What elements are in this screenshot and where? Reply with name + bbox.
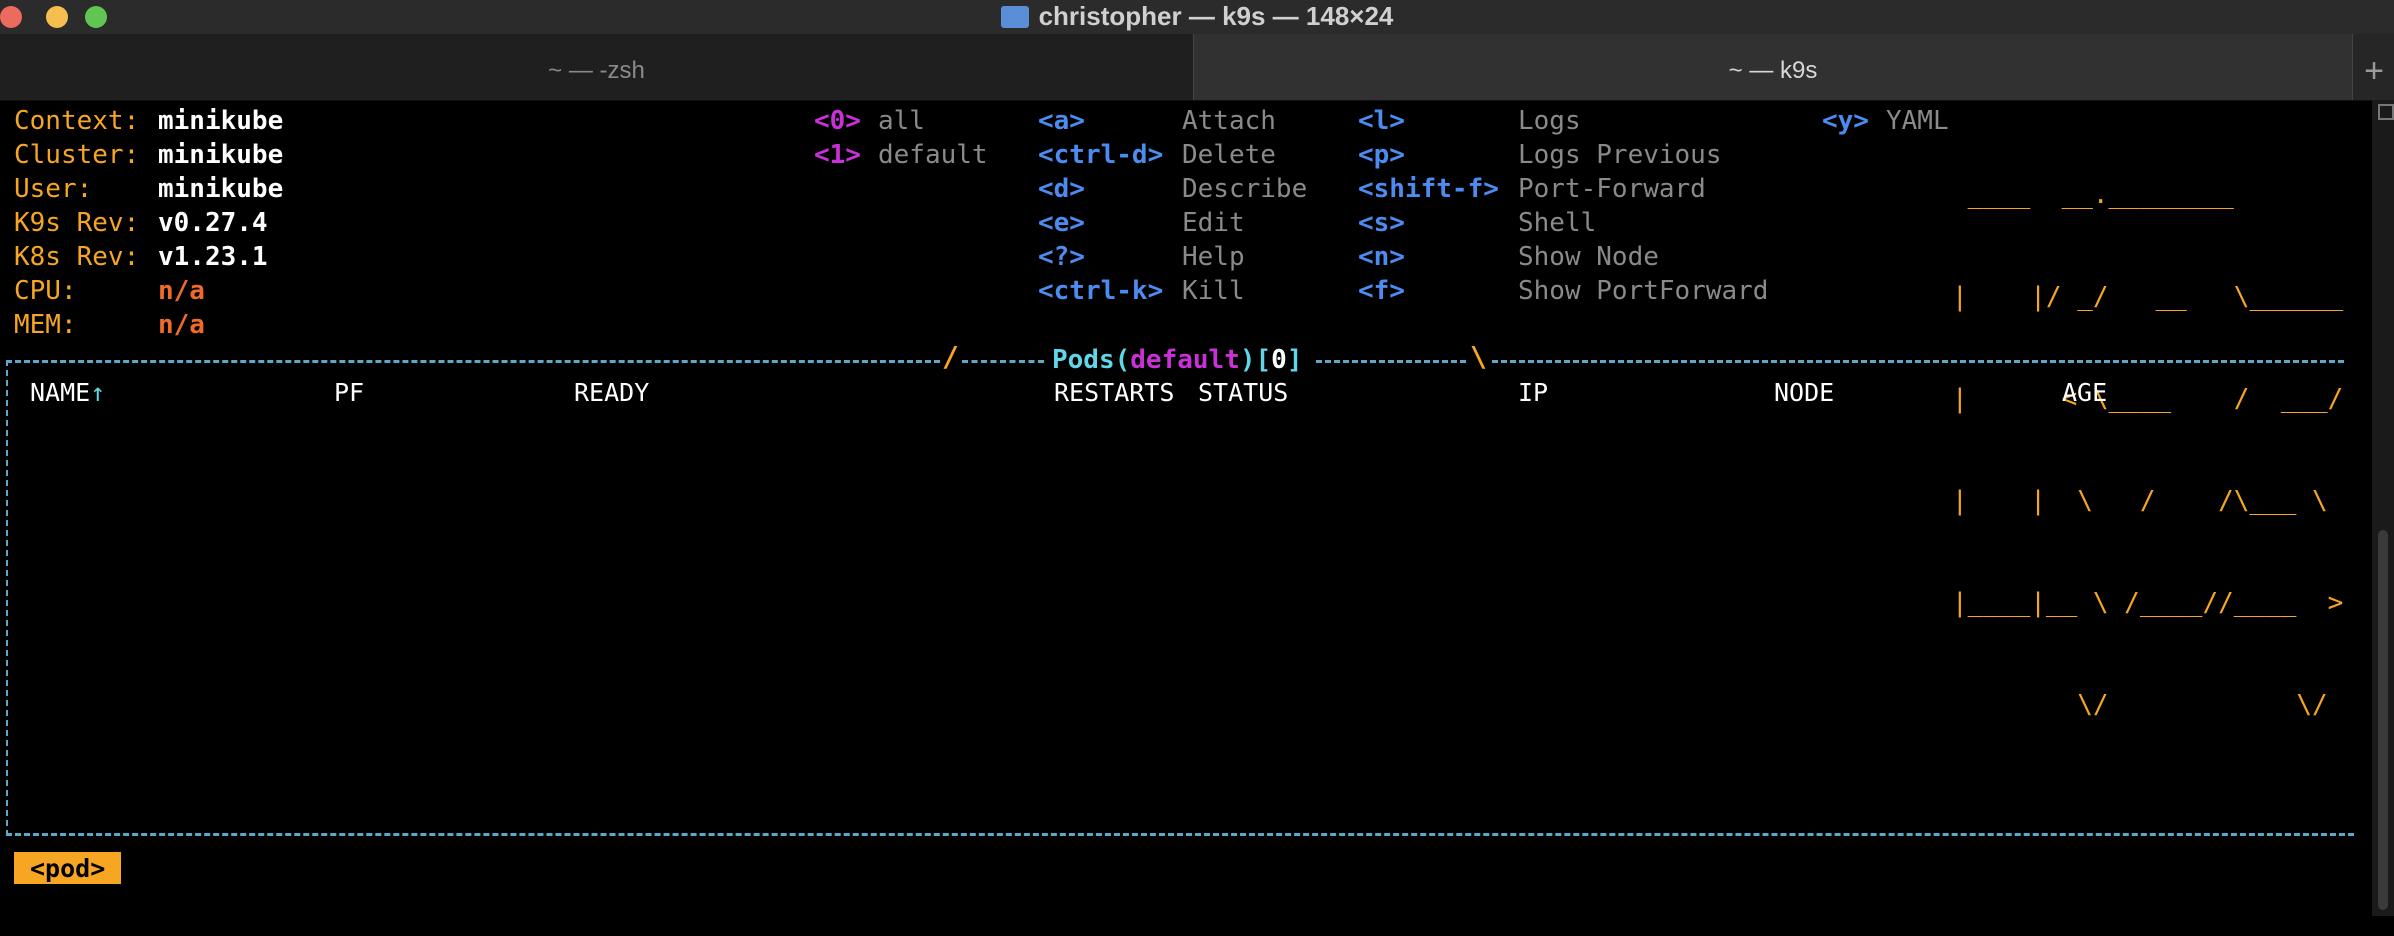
tab-bar: ~ — -zsh ~ — k9s + xyxy=(0,34,2394,101)
shortcut-key[interactable]: <?> xyxy=(1038,240,1085,274)
terminal[interactable]: Context: minikube Cluster: minikube User… xyxy=(0,100,2372,936)
shortcut-action: Edit xyxy=(1182,208,1245,238)
info-value: n/a xyxy=(158,310,205,340)
shortcut-action: Logs xyxy=(1518,106,1581,136)
shortcut-key[interactable]: <a> xyxy=(1038,104,1085,138)
table-count: 0 xyxy=(1271,345,1287,375)
info-label: CPU: xyxy=(14,276,77,306)
table-frame xyxy=(6,360,2354,836)
shortcut-action: Help xyxy=(1182,242,1245,272)
info-value: v1.23.1 xyxy=(158,242,268,272)
shortcut-key[interactable]: <p> xyxy=(1358,138,1405,172)
title-bar: christopher — k9s — 148×24 xyxy=(0,0,2394,34)
info-label: Context: xyxy=(14,106,140,136)
tab-zsh[interactable]: ~ — -zsh xyxy=(0,34,1194,100)
sort-up-icon: ↑ xyxy=(90,378,106,407)
shortcut-key[interactable]: <ctrl-k> xyxy=(1038,274,1163,308)
info-label: K8s Rev: xyxy=(14,242,140,272)
table-namespace: default xyxy=(1130,345,1240,375)
new-tab-button[interactable]: + xyxy=(2352,34,2394,100)
shortcut-action: Port-Forward xyxy=(1518,174,1706,204)
shortcut-action: YAML xyxy=(1886,106,1949,136)
shortcut-action: Attach xyxy=(1182,106,1276,136)
namespace-key[interactable]: <1> xyxy=(814,138,861,172)
shortcut-action: Shell xyxy=(1518,208,1597,238)
frame-border xyxy=(1316,360,1466,363)
info-label: MEM: xyxy=(14,310,77,340)
shortcut-key[interactable]: <d> xyxy=(1038,172,1085,206)
info-value: minikube xyxy=(158,106,284,136)
shortcut-action: Logs Previous xyxy=(1518,140,1722,170)
column-header-age[interactable]: AGE xyxy=(2062,376,2107,410)
info-value: n/a xyxy=(158,276,205,306)
window-title: christopher — k9s — 148×24 xyxy=(0,0,2394,34)
logo-line: ____ __.________ xyxy=(1952,180,2234,210)
shortcut-key[interactable]: <f> xyxy=(1358,274,1405,308)
folder-icon xyxy=(1000,6,1029,28)
column-header-node[interactable]: NODE xyxy=(1774,376,1834,410)
shortcut-key[interactable]: <shift-f> xyxy=(1358,172,1499,206)
frame-border xyxy=(6,360,940,363)
shortcut-action: Kill xyxy=(1182,276,1245,306)
column-header-restarts[interactable]: RESTARTS xyxy=(1054,376,1174,410)
shortcut-action: Describe xyxy=(1182,174,1308,204)
frame-border xyxy=(962,360,1044,363)
logo-line: | |/ _/ __ \______ xyxy=(1952,282,2344,312)
shortcut-key[interactable]: <l> xyxy=(1358,104,1405,138)
info-label: Cluster: xyxy=(14,140,140,170)
scrollbar-thumb[interactable] xyxy=(2378,530,2388,910)
breadcrumb-pod[interactable]: <pod> xyxy=(14,852,122,884)
frame-border xyxy=(1492,360,2344,363)
namespace-name: all xyxy=(878,106,925,136)
column-header-status[interactable]: STATUS xyxy=(1198,376,1288,410)
table-title: Pods(default)[0] xyxy=(1052,345,1303,375)
namespace-key[interactable]: <0> xyxy=(814,104,861,138)
namespace-name: default xyxy=(878,140,988,170)
shortcut-key[interactable]: <ctrl-d> xyxy=(1038,138,1163,172)
scroll-marker-icon xyxy=(2378,104,2394,120)
shortcut-key[interactable]: <e> xyxy=(1038,206,1085,240)
shortcut-action: Show Node xyxy=(1518,242,1659,272)
tab-k9s[interactable]: ~ — k9s xyxy=(1194,34,2352,100)
info-value: minikube xyxy=(158,174,284,204)
column-header-pf[interactable]: PF xyxy=(334,376,364,410)
column-header-ip[interactable]: IP xyxy=(1518,376,1548,410)
shortcut-action: Show PortForward xyxy=(1518,276,1769,306)
frame-slash: / xyxy=(942,340,959,373)
shortcut-action: Delete xyxy=(1182,140,1276,170)
info-label: User: xyxy=(14,174,93,204)
frame-backslash: \ xyxy=(1470,340,1487,373)
window-title-text: christopher — k9s — 148×24 xyxy=(1038,1,1394,31)
table-resource: Pods xyxy=(1052,345,1115,375)
column-header-name[interactable]: NAME↑ xyxy=(30,376,105,410)
shortcut-key[interactable]: <y> xyxy=(1822,104,1869,138)
info-value: minikube xyxy=(158,140,284,170)
info-label: K9s Rev: xyxy=(14,208,140,238)
scrollbar[interactable] xyxy=(2372,100,2394,916)
shortcut-key[interactable]: <s> xyxy=(1358,206,1405,240)
info-value: v0.27.4 xyxy=(158,208,268,238)
shortcut-key[interactable]: <n> xyxy=(1358,240,1405,274)
column-header-ready[interactable]: READY xyxy=(574,376,649,410)
